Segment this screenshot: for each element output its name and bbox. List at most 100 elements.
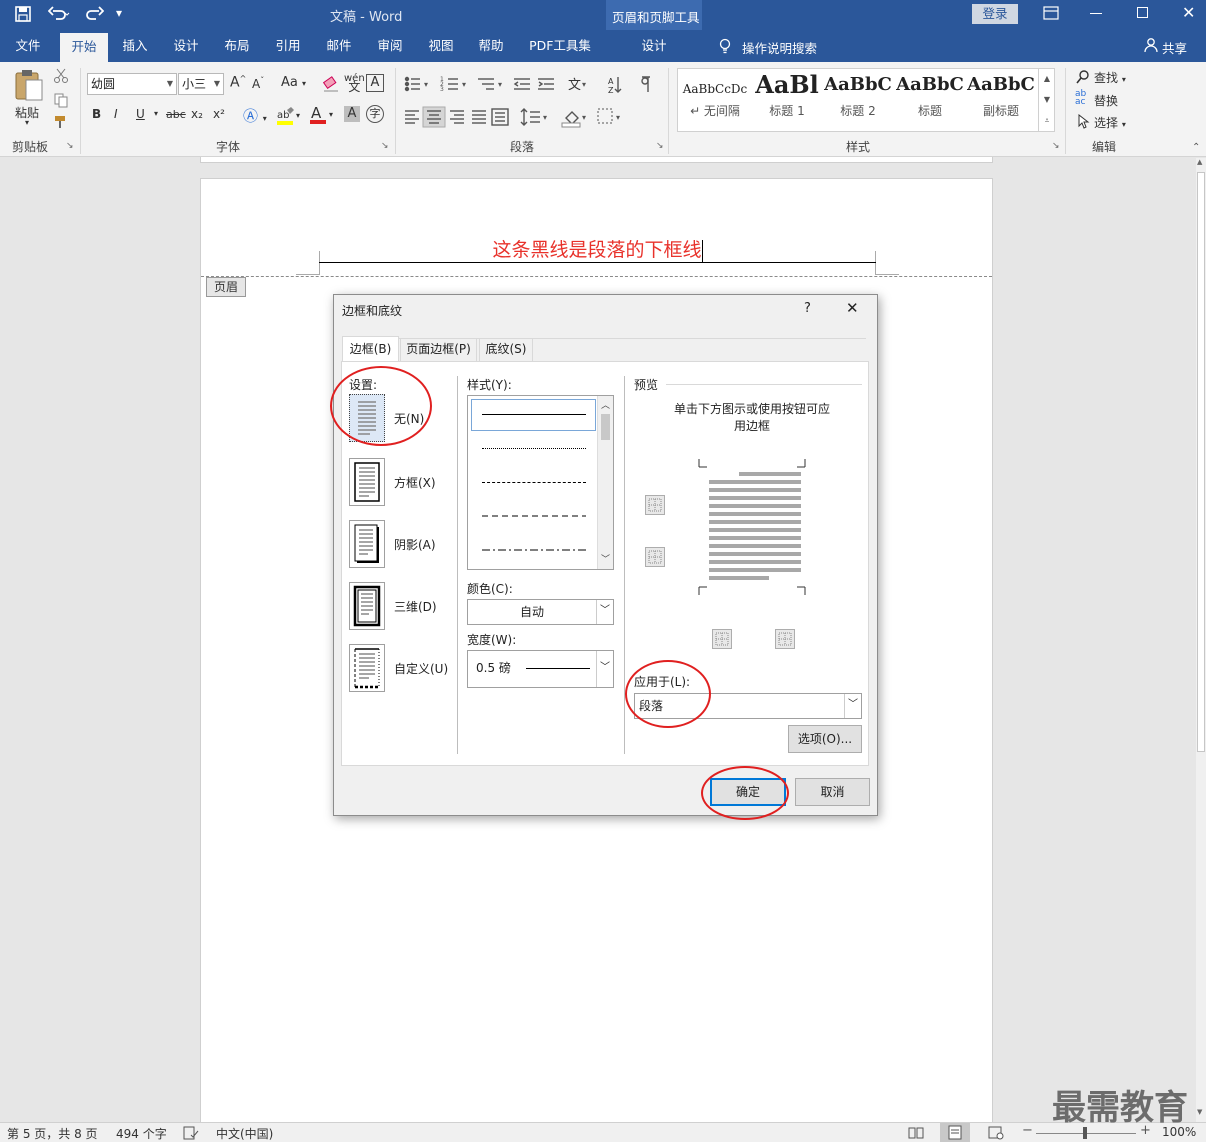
line-style-list[interactable]: ︿ ﹀: [467, 395, 614, 570]
maximize-icon[interactable]: [1137, 7, 1148, 18]
replace-button[interactable]: 替换: [1094, 92, 1118, 109]
enclose-characters-button[interactable]: 字: [366, 105, 384, 123]
format-painter-icon[interactable]: [53, 114, 69, 130]
style-title[interactable]: AaBbC 标题: [895, 70, 965, 126]
style-heading-1[interactable]: AaBl 标题 1: [752, 70, 822, 126]
copy-icon[interactable]: [53, 92, 69, 108]
clipboard-launcher-icon[interactable]: ↘: [66, 141, 74, 151]
zoom-out-button[interactable]: −: [1022, 1123, 1033, 1138]
bold-button[interactable]: B: [92, 107, 101, 121]
highlight-color-icon[interactable]: ab ▾: [276, 106, 304, 126]
subscript-button[interactable]: x₂: [191, 107, 203, 121]
apply-to-dropdown-icon[interactable]: ﹀: [844, 694, 861, 718]
word-count[interactable]: 494 个字: [116, 1125, 167, 1142]
tab-design[interactable]: 设计: [166, 30, 206, 62]
setting-3d[interactable]: 三维(D): [349, 582, 459, 632]
tab-file[interactable]: 文件: [4, 30, 52, 62]
paste-icon[interactable]: [12, 68, 46, 102]
web-layout-icon[interactable]: [988, 1126, 1004, 1140]
select-button[interactable]: 选择 ▾: [1094, 114, 1126, 131]
color-dropdown-icon[interactable]: ﹀: [596, 600, 613, 624]
text-effects-button[interactable]: Ⓐ ▾: [243, 105, 267, 126]
change-case-button[interactable]: Aa ▾: [281, 75, 306, 90]
tab-view[interactable]: 视图: [420, 30, 462, 62]
styles-scroll-buttons[interactable]: ▲ ▼ ⩡: [1038, 68, 1055, 132]
tell-me-search[interactable]: 操作说明搜索: [742, 38, 817, 57]
bottom-border-button[interactable]: [645, 547, 665, 567]
tab-layout[interactable]: 布局: [216, 30, 258, 62]
proofing-icon[interactable]: [183, 1126, 199, 1140]
vertical-scrollbar[interactable]: ▲ ▼: [1196, 158, 1206, 1122]
color-select[interactable]: 自动 ﹀: [467, 599, 614, 625]
tab-borders[interactable]: 边框(B): [342, 336, 399, 362]
paragraph-launcher-icon[interactable]: ↘: [656, 141, 664, 151]
character-border-button[interactable]: A: [366, 74, 384, 92]
tab-help[interactable]: 帮助: [470, 30, 512, 62]
width-dropdown-icon[interactable]: ﹀: [596, 651, 613, 687]
underline-button[interactable]: U: [136, 107, 145, 121]
preview-diagram[interactable]: [697, 459, 807, 595]
paste-dropdown-icon[interactable]: ▾: [25, 118, 29, 127]
style-scroll-down-icon[interactable]: ﹀: [601, 552, 610, 565]
phonetic-guide-button[interactable]: wén 文: [344, 74, 365, 94]
style-list-scrollbar[interactable]: ︿ ﹀: [597, 396, 613, 569]
read-mode-icon[interactable]: [908, 1126, 924, 1140]
character-shading-button[interactable]: A: [344, 106, 360, 122]
setting-box[interactable]: 方框(X): [349, 458, 459, 508]
tab-mailings[interactable]: 邮件: [318, 30, 360, 62]
scroll-up-icon[interactable]: ▲: [1197, 158, 1202, 166]
undo-icon[interactable]: [48, 5, 70, 23]
scrollbar-thumb[interactable]: [1197, 172, 1205, 752]
style-no-spacing[interactable]: AaBbCcDc ↵ 无间隔: [680, 70, 750, 126]
font-color-icon[interactable]: A ▾: [309, 105, 337, 125]
scroll-down-icon[interactable]: ▼: [1197, 1108, 1202, 1116]
strikethrough-button[interactable]: abc: [166, 108, 186, 121]
minimize-icon[interactable]: [1090, 13, 1102, 14]
tab-insert[interactable]: 插入: [114, 30, 156, 62]
find-icon[interactable]: [1076, 70, 1090, 84]
font-name-combo[interactable]: 幼圆 ▼: [87, 73, 177, 95]
tab-pdf-tools[interactable]: PDF工具集: [522, 30, 598, 62]
setting-shadow[interactable]: 阴影(A): [349, 520, 459, 570]
ribbon-display-options-icon[interactable]: [1043, 6, 1059, 20]
style-list-thumb[interactable]: [601, 414, 610, 440]
superscript-button[interactable]: x²: [213, 107, 225, 121]
replace-icon[interactable]: ab ac: [1075, 90, 1086, 107]
close-window-icon[interactable]: ✕: [1182, 3, 1195, 22]
underline-dropdown-icon[interactable]: ▾: [154, 109, 158, 118]
print-layout-button[interactable]: [940, 1123, 970, 1142]
italic-button[interactable]: I: [114, 107, 118, 121]
clear-formatting-icon[interactable]: [322, 75, 340, 93]
tab-shading[interactable]: 底纹(S): [479, 338, 533, 361]
help-button[interactable]: ?: [804, 301, 811, 316]
font-launcher-icon[interactable]: ↘: [381, 141, 389, 151]
find-button[interactable]: 查找 ▾: [1094, 69, 1126, 86]
style-subtitle[interactable]: AaBbC 副标题: [966, 70, 1036, 126]
select-cursor-icon[interactable]: [1078, 114, 1090, 129]
tab-home[interactable]: 开始: [60, 33, 108, 62]
language-indicator[interactable]: 中文(中国): [216, 1125, 273, 1142]
font-size-combo[interactable]: 小三 ▼: [178, 73, 224, 95]
share-user-icon[interactable]: [1144, 37, 1160, 53]
share-button[interactable]: 共享: [1162, 38, 1187, 57]
cancel-button[interactable]: 取消: [795, 778, 870, 806]
page-count[interactable]: 第 5 页，共 8 页: [7, 1125, 98, 1142]
shrink-font-button[interactable]: Aˇ: [252, 76, 264, 91]
options-button[interactable]: 选项(O)...: [788, 725, 862, 753]
top-border-button[interactable]: [645, 495, 665, 515]
grow-font-button[interactable]: A^: [230, 74, 246, 91]
line-style-option-selected[interactable]: [471, 399, 596, 431]
style-heading-2[interactable]: AaBbC 标题 2: [823, 70, 893, 126]
redo-icon[interactable]: [84, 5, 104, 23]
right-border-button[interactable]: [775, 629, 795, 649]
customize-qat-icon[interactable]: ▾: [116, 6, 122, 20]
width-select[interactable]: 0.5 磅 ﹀: [467, 650, 614, 688]
header-text[interactable]: 这条黑线是段落的下框线: [319, 235, 876, 262]
tab-references[interactable]: 引用: [268, 30, 308, 62]
collapse-ribbon-icon[interactable]: ⌃: [1192, 142, 1200, 153]
dialog-close-icon[interactable]: ✕: [846, 299, 859, 317]
tab-review[interactable]: 审阅: [370, 30, 410, 62]
cut-icon[interactable]: [53, 68, 69, 84]
login-button[interactable]: 登录: [972, 4, 1018, 24]
tab-header-footer-design[interactable]: 设计: [626, 30, 682, 62]
